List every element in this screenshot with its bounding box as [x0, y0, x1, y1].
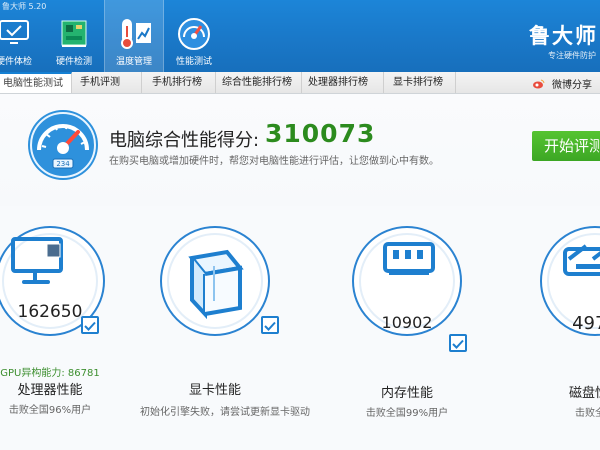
toolbar-label-performance-test: 性能测试 [175, 57, 212, 67]
start-test-button[interactable]: 开始评测 [532, 131, 600, 161]
cpu-performance-title: 处理器性能 [17, 383, 83, 398]
gpu-check-icon [261, 316, 279, 334]
cpu-performance-card[interactable]: 162650 GPU异构能力: 86781 处理器性能 击败全国96%用户 [0, 224, 125, 434]
thermometer-icon [121, 19, 151, 49]
gpu-performance-title: 显卡性能 [188, 383, 241, 398]
performance-gauge-icon: 234 [28, 110, 98, 180]
cpu-check-icon [81, 316, 99, 334]
disk-performance-card[interactable]: 4979 磁盘性能 击败全国 [520, 224, 600, 434]
gpu-heterogeneous-score: GPU异构能力: 86781 [0, 368, 100, 379]
weibo-share-label: 微博分享 [552, 80, 592, 91]
brand-name: 鲁大师 [529, 24, 598, 48]
memory-performance-title: 内存性能 [380, 386, 433, 401]
overall-score-section: 234 电脑综合性能得分: 310073 在购买电脑或增加硬件时，帮您对电脑性能… [0, 94, 600, 206]
performance-cards: 162650 GPU异构能力: 86781 处理器性能 击败全国96%用户 显卡… [0, 206, 600, 450]
gauge-readout: 234 [56, 160, 70, 168]
toolbar-hardware-detect[interactable]: 硬件检测 [44, 0, 104, 72]
speedometer-icon [178, 18, 210, 50]
motherboard-icon [61, 20, 87, 47]
overall-score-value: 310073 [265, 119, 376, 148]
cube-icon [188, 249, 244, 320]
memory-performance-rank: 击败全国99%用户 [365, 408, 449, 419]
toolbar-temperature-management[interactable]: 温度管理 [104, 0, 164, 72]
tab-cpu-ranking[interactable]: 处理器排行榜 [302, 72, 384, 93]
gpu-performance-message: 初始化引擎失败，请尝试更新显卡驱动 [140, 407, 310, 418]
tab-phone-review[interactable]: 手机评测 [72, 72, 142, 93]
weibo-share-button[interactable]: 微博分享 [532, 76, 592, 91]
memory-score: 10902 [381, 313, 433, 332]
toolbar-label-temperature-management: 温度管理 [115, 57, 152, 67]
disk-performance-title: 磁盘性能 [568, 386, 600, 401]
performance-tabs: 电脑性能测试 手机评测 手机排行榜 综合性能排行榜 处理器排行榜 显卡排行榜 微… [0, 72, 600, 94]
performance-test-window: 鲁大师 5.20 硬件体检 硬件检测 温度管理 性能测试 鲁大师 专注硬件防护 … [0, 0, 600, 450]
top-toolbar: 鲁大师 5.20 硬件体检 硬件检测 温度管理 性能测试 鲁大师 专注硬件防护 [0, 0, 600, 72]
toolbar-performance-test[interactable]: 性能测试 [164, 0, 224, 72]
weibo-icon [532, 79, 545, 89]
cpu-performance-rank: 击败全国96%用户 [8, 405, 92, 416]
disk-performance-rank: 击败全国 [575, 408, 600, 419]
cpu-score: 162650 [17, 302, 83, 322]
monitor-check-icon [0, 20, 29, 44]
toolbar-hardware-checkup[interactable]: 硬件体检 [0, 0, 44, 72]
memory-performance-card[interactable]: 10902 内存性能 击败全国99%用户 [332, 224, 482, 434]
tab-overall-ranking[interactable]: 综合性能排行榜 [216, 72, 302, 93]
memory-check-icon [449, 334, 467, 352]
toolbar-label-hardware-detect: 硬件检测 [55, 57, 92, 67]
gpu-score-ring [160, 226, 270, 336]
tab-gpu-ranking[interactable]: 显卡排行榜 [384, 72, 456, 93]
overall-score-label: 电脑综合性能得分: [109, 130, 260, 151]
overall-score-description: 在购买电脑或增加硬件时，帮您对电脑性能进行评估，让您做到心中有数。 [109, 156, 439, 167]
disk-score: 4979 [572, 313, 600, 334]
tab-phone-ranking[interactable]: 手机排行榜 [142, 72, 216, 93]
brand-slogan: 专注硬件防护 [548, 51, 596, 60]
toolbar-label-hardware-checkup: 硬件体检 [0, 57, 32, 67]
gpu-performance-card[interactable]: 显卡性能 初始化引擎失败，请尝试更新显卡驱动 [140, 224, 310, 434]
tab-pc-performance-test[interactable]: 电脑性能测试 [0, 72, 72, 93]
